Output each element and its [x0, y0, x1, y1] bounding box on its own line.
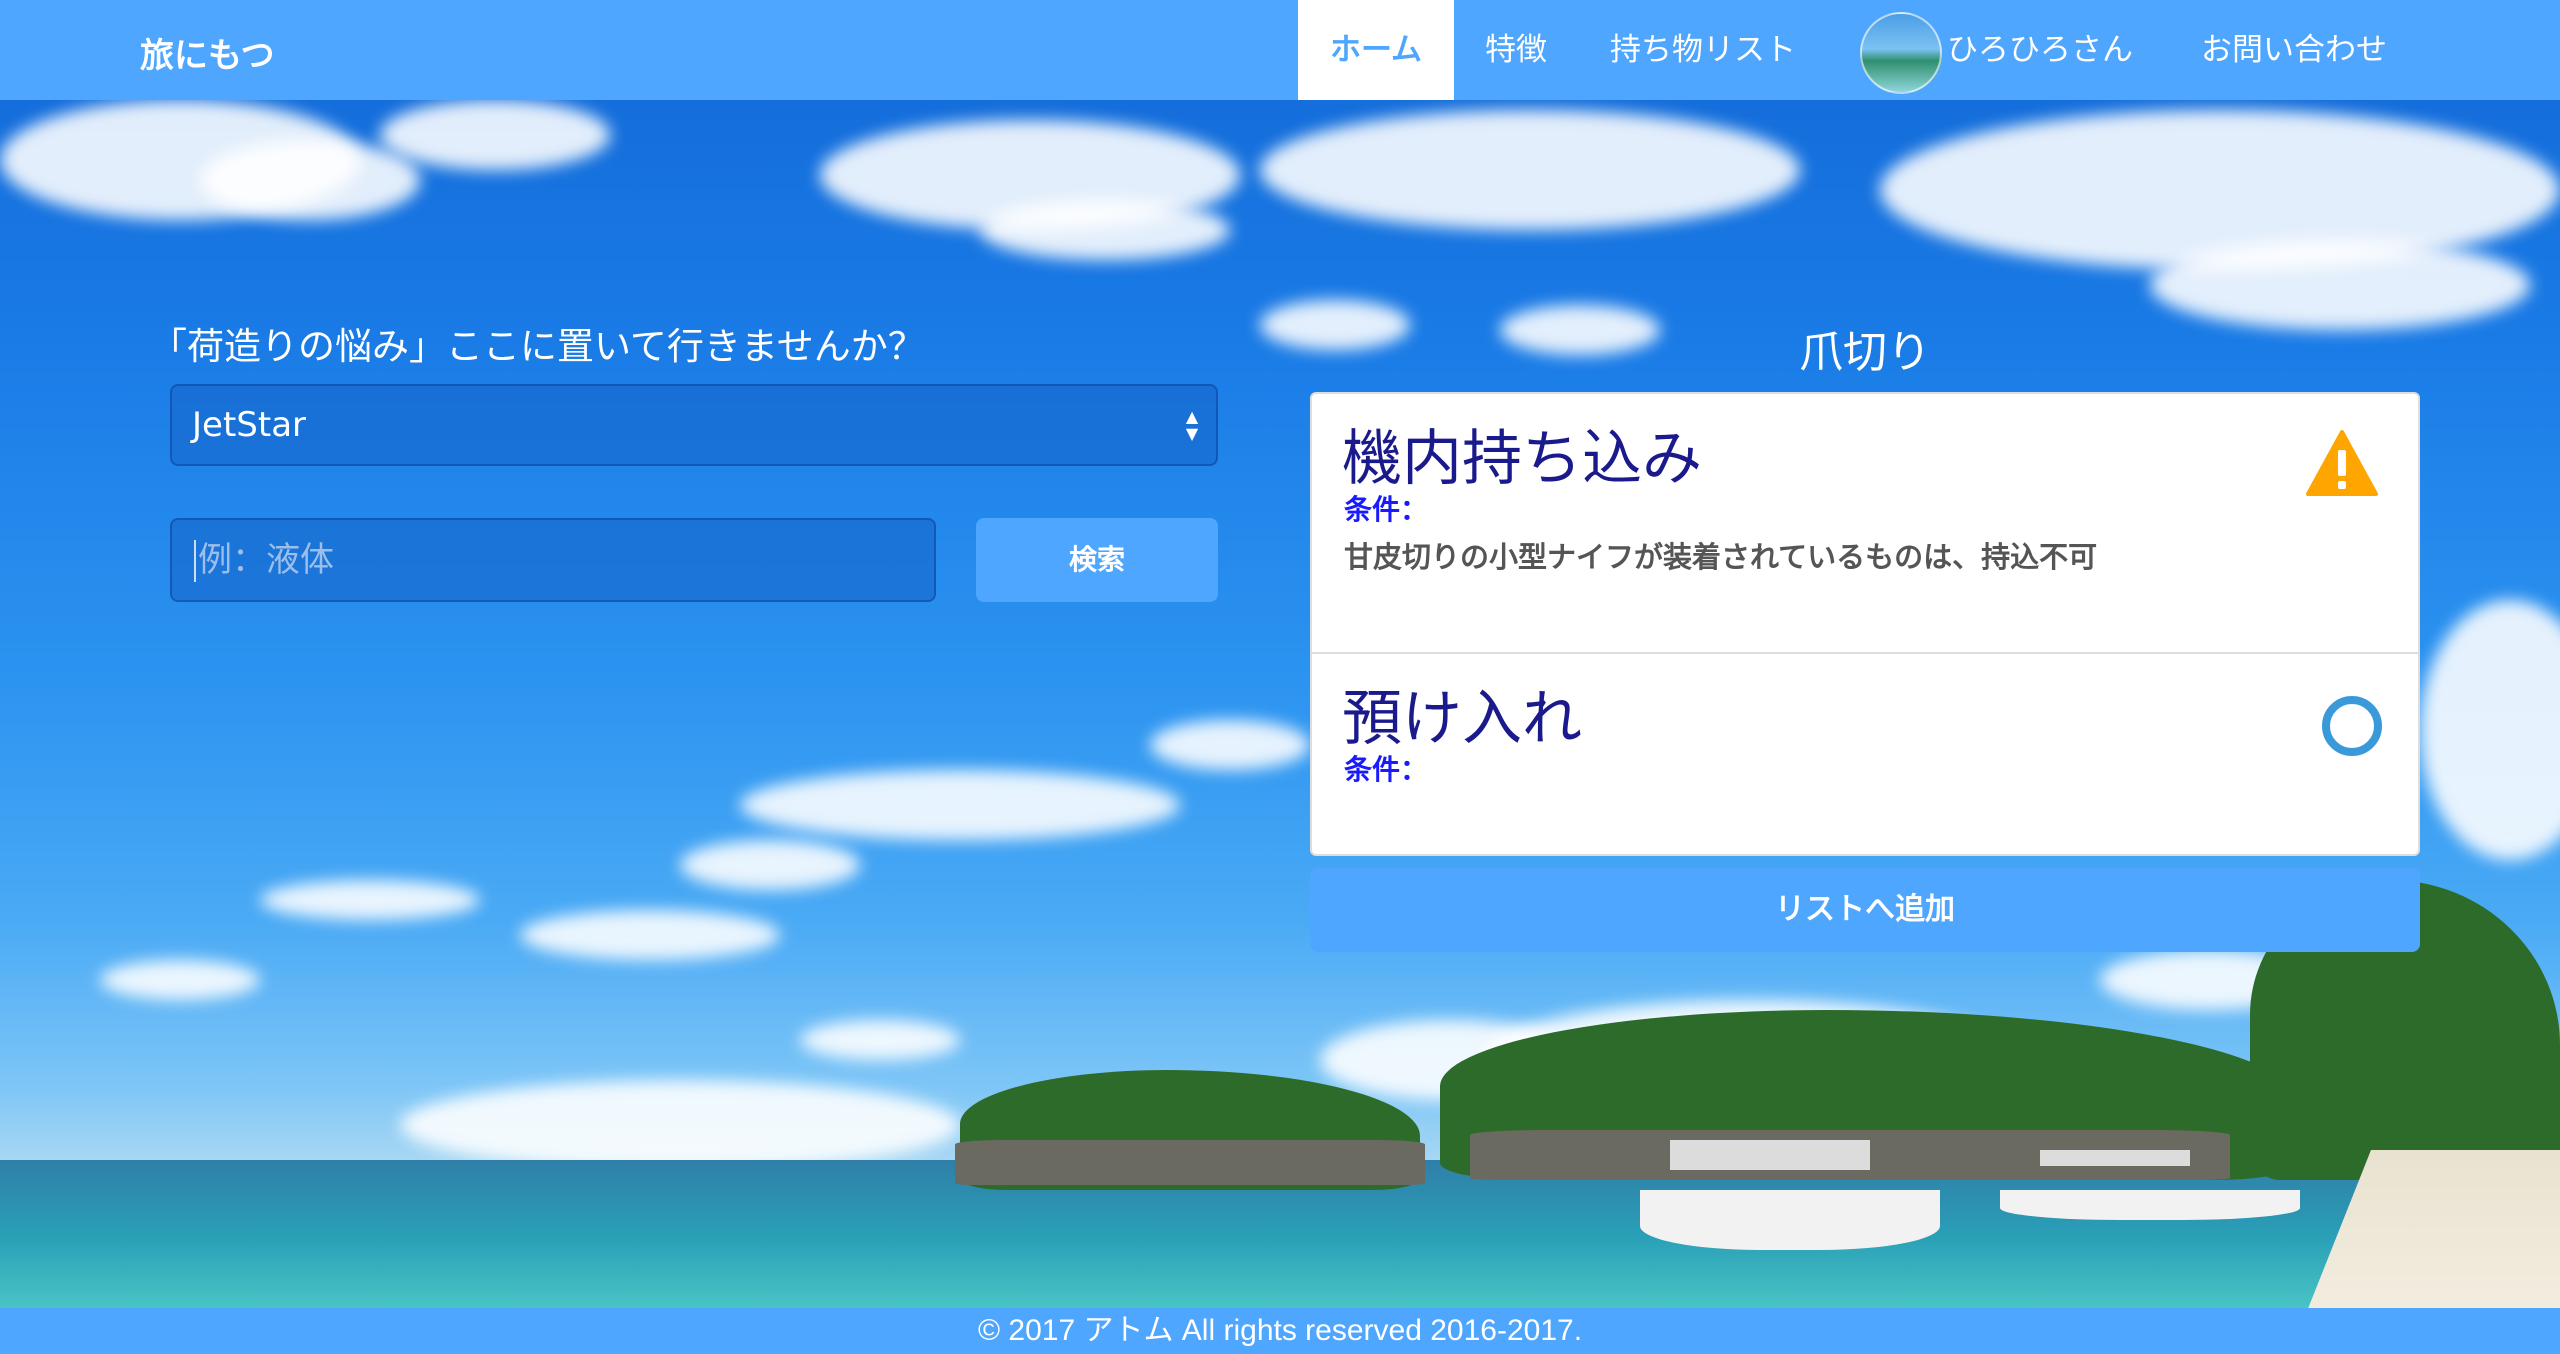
airline-select-value: JetStar [192, 405, 307, 445]
card-divider [1312, 652, 2418, 654]
select-arrows-icon: ▲ ▼ [1185, 407, 1199, 443]
nav-item-home[interactable]: ホーム [1298, 0, 1454, 100]
checked-condition-label: 条件： [1344, 753, 1429, 786]
nav-item-features[interactable]: 特徴 [1454, 0, 1578, 100]
result-card: 機内持ち込み 条件： 甘皮切りの小型ナイフが装着されているものは、持込不可 預け… [1310, 392, 2420, 856]
tagline: 「荷造りの悩み」ここに置いて行きませんか？ [150, 325, 925, 368]
result-item-title: 爪切り [1799, 327, 1931, 378]
checked-heading: 預け入れ [1342, 684, 1582, 754]
add-to-list-button[interactable]: リストへ追加 [1310, 868, 2420, 952]
airline-select[interactable]: JetStar ▲ ▼ [170, 384, 1218, 466]
search-input-placeholder: 例：液体 [198, 540, 334, 580]
search-button[interactable]: 検索 [976, 518, 1218, 602]
carry-on-heading: 機内持ち込み [1342, 424, 1702, 494]
search-input[interactable]: 例：液体 [170, 518, 936, 602]
carry-on-condition-label: 条件： [1344, 493, 1429, 526]
brand-logo[interactable]: 旅にもつ [140, 28, 275, 77]
circle-ok-icon [2322, 696, 2382, 756]
navbar: 旅にもつ ホーム 特徴 持ち物リスト ひろひろさん お問い合わせ [0, 0, 2560, 100]
nav-item-contact[interactable]: お問い合わせ [2176, 0, 2412, 100]
text-caret [194, 540, 196, 582]
avatar[interactable] [1860, 12, 1942, 94]
nav-item-user[interactable]: ひろひろさん [1940, 0, 2140, 100]
warning-icon [2306, 430, 2378, 496]
footer: © 2017 アトム All rights reserved 2016-2017… [0, 1308, 2560, 1354]
carry-on-condition-note: 甘皮切りの小型ナイフが装着されているものは、持込不可 [1344, 540, 2098, 574]
nav-item-packing-list[interactable]: 持ち物リスト [1578, 0, 1828, 100]
